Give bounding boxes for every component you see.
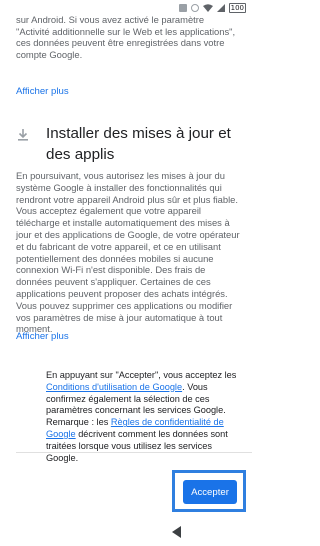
notification-icon (178, 4, 187, 12)
section-title: Installer des mises à jour et des applis (46, 125, 231, 163)
show-more-link-2[interactable]: Afficher plus (16, 331, 69, 342)
section-paragraph: En poursuivant, vous autorisez les mises… (16, 170, 240, 335)
download-icon (18, 129, 28, 141)
accept-button[interactable]: Accepter (183, 480, 237, 504)
wifi-icon (202, 4, 213, 12)
status-bar: 100 (0, 0, 252, 16)
scroll-content[interactable]: Google et à nos partenaires les sites qu… (0, 0, 252, 505)
signal-icon (216, 4, 225, 12)
back-icon[interactable] (172, 526, 181, 538)
battery-icon: 100 (228, 3, 246, 13)
consent-part-1: En appuyant sur "Accepter", vous accepte… (46, 370, 237, 380)
footer-divider (16, 452, 252, 453)
consent-text: En appuyant sur "Accepter", vous accepte… (46, 370, 242, 464)
show-more-link-1[interactable]: Afficher plus (16, 86, 69, 97)
terms-link[interactable]: Conditions d'utilisation de Google (46, 382, 182, 392)
navigation-bar (0, 518, 252, 546)
alarm-icon (190, 4, 199, 12)
